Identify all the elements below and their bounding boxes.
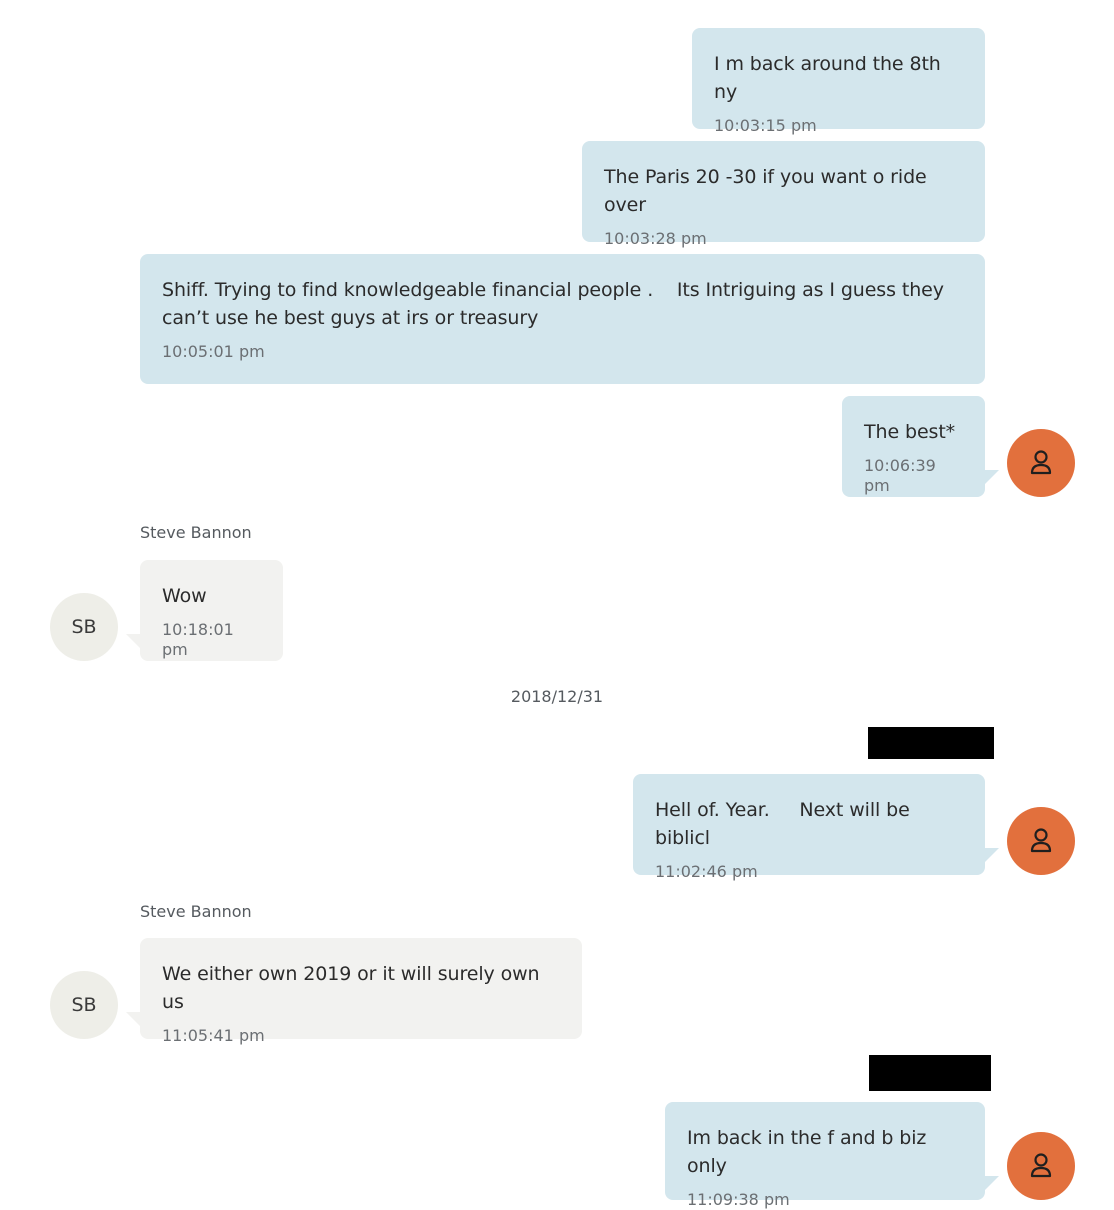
bubble-tail — [985, 848, 999, 862]
message-text: I m back around the 8th ny — [714, 53, 947, 103]
sender-name: Steve Bannon — [140, 523, 252, 542]
bubble-tail — [126, 1012, 140, 1026]
bubble-tail — [985, 1176, 999, 1190]
user-avatar[interactable] — [1007, 807, 1075, 875]
message-bubble-outgoing[interactable]: Hell of. Year. Next will be biblicl 11:0… — [633, 774, 985, 881]
redaction-bar — [869, 1055, 991, 1091]
message-bubble-outgoing[interactable]: Im back in the f and b biz only 11:09:38… — [665, 1102, 985, 1209]
contact-avatar[interactable]: SB — [50, 593, 118, 661]
message-timestamp: 11:09:38 pm — [687, 1190, 790, 1209]
message-bubble-outgoing[interactable]: I m back around the 8th ny 10:03:15 pm — [692, 28, 985, 135]
date-separator: 2018/12/31 — [510, 687, 604, 706]
message-bubble-incoming[interactable]: We either own 2019 or it will surely own… — [140, 938, 582, 1045]
message-bubble-outgoing[interactable]: The best* 10:06:39 pm — [842, 396, 985, 497]
message-text: Wow — [162, 585, 207, 607]
message-timestamp: 10:03:28 pm — [604, 229, 707, 248]
message-bubble-outgoing[interactable]: The Paris 20 -30 if you want o ride over… — [582, 141, 985, 248]
message-bubble-incoming[interactable]: Wow 10:18:01 pm — [140, 560, 283, 661]
message-timestamp: 10:03:15 pm — [714, 116, 817, 135]
bubble-tail — [126, 634, 140, 648]
person-icon — [1030, 1153, 1052, 1178]
message-text: Shiff. Trying to find knowledgeable fina… — [162, 279, 944, 329]
user-avatar[interactable] — [1007, 429, 1075, 497]
message-bubble-outgoing[interactable]: Shiff. Trying to find knowledgeable fina… — [140, 254, 985, 384]
message-timestamp: 10:18:01 pm — [162, 620, 234, 659]
message-timestamp: 10:06:39 pm — [864, 456, 936, 495]
message-text: The Paris 20 -30 if you want o ride over — [604, 166, 933, 216]
message-text: Im back in the f and b biz only — [687, 1127, 933, 1177]
message-timestamp: 10:05:01 pm — [162, 342, 265, 361]
bubble-tail — [985, 470, 999, 484]
message-text: The best* — [864, 421, 956, 443]
user-avatar[interactable] — [1007, 1132, 1075, 1200]
redaction-bar — [868, 727, 994, 759]
message-text: Hell of. Year. Next will be biblicl — [655, 799, 916, 849]
message-text: We either own 2019 or it will surely own… — [162, 963, 546, 1013]
message-timestamp: 11:05:41 pm — [162, 1026, 265, 1045]
contact-avatar[interactable]: SB — [50, 971, 118, 1039]
sender-name: Steve Bannon — [140, 902, 252, 921]
message-timestamp: 11:02:46 pm — [655, 862, 758, 881]
person-icon — [1030, 450, 1052, 475]
person-icon — [1030, 828, 1052, 853]
